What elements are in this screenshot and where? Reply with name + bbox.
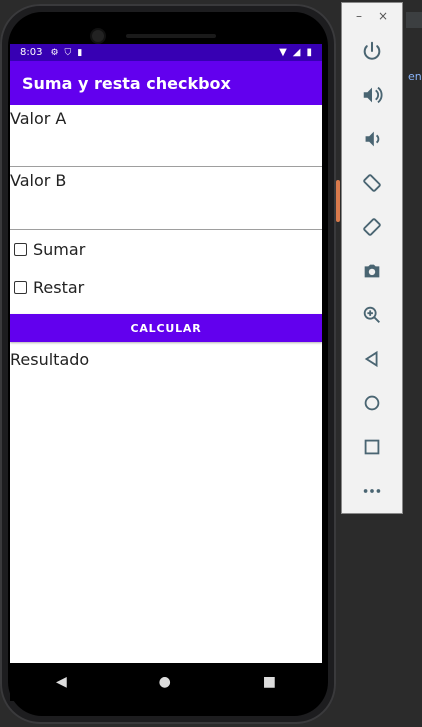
home-icon[interactable] xyxy=(342,381,402,425)
field-valor-a[interactable]: Valor A xyxy=(10,105,322,167)
more-icon[interactable] xyxy=(342,469,402,513)
minimize-button[interactable]: – xyxy=(356,9,362,23)
nav-overview-icon[interactable]: ■ xyxy=(263,674,276,690)
app-screen: 8:03 ⚙ ⛉ ▮ ▼ ◢ ▮ Suma y resta checkbox V… xyxy=(10,44,322,663)
battery-icon: ▮ xyxy=(306,47,312,58)
zoom-icon[interactable] xyxy=(342,293,402,337)
phone-side-button xyxy=(336,180,340,222)
signal-icon: ◢ xyxy=(292,47,301,58)
valor-a-label: Valor A xyxy=(10,109,67,128)
overview-icon[interactable] xyxy=(342,425,402,469)
checkbox-restar[interactable]: Restar xyxy=(10,268,322,306)
sim-card-icon: ▮ xyxy=(77,47,83,58)
valor-b-input[interactable] xyxy=(10,206,322,227)
volume-up-icon[interactable] xyxy=(342,73,402,117)
shield-icon: ⛉ xyxy=(64,47,72,58)
navigation-bar: ◀ ● ■ xyxy=(10,663,322,701)
result-text: Resultado xyxy=(10,350,90,369)
status-bar: 8:03 ⚙ ⛉ ▮ ▼ ◢ ▮ xyxy=(10,44,322,61)
status-time: 8:03 xyxy=(20,47,43,58)
nav-home-icon[interactable]: ● xyxy=(159,674,171,690)
back-icon[interactable] xyxy=(342,337,402,381)
volume-down-icon[interactable] xyxy=(342,117,402,161)
settings-icon: ⚙ xyxy=(50,47,59,58)
earpiece-speaker xyxy=(126,34,216,38)
wifi-icon: ▼ xyxy=(279,47,287,58)
emulator-toolbar: – × xyxy=(341,2,403,514)
checkbox-restar-box[interactable] xyxy=(14,280,27,294)
rotate-left-icon[interactable] xyxy=(342,161,402,205)
ide-background xyxy=(406,12,422,28)
toolbar-window-controls: – × xyxy=(342,3,402,29)
close-button[interactable]: × xyxy=(378,9,388,23)
camera-icon[interactable] xyxy=(342,249,402,293)
app-bar: Suma y resta checkbox xyxy=(10,61,322,105)
nav-back-icon[interactable]: ◀ xyxy=(56,674,67,690)
app-title: Suma y resta checkbox xyxy=(22,73,231,93)
calcular-button[interactable]: CALCULAR xyxy=(10,314,322,342)
rotate-right-icon[interactable] xyxy=(342,205,402,249)
checkbox-sumar-box[interactable] xyxy=(14,242,27,256)
checkbox-sumar[interactable]: Sumar xyxy=(10,230,322,268)
checkbox-sumar-label: Sumar xyxy=(33,239,86,259)
valor-a-input[interactable] xyxy=(10,143,322,164)
ide-partial-text: en xyxy=(408,70,422,83)
valor-b-label: Valor B xyxy=(10,171,67,190)
checkbox-restar-label: Restar xyxy=(33,277,85,297)
front-camera xyxy=(92,30,104,42)
field-valor-b[interactable]: Valor B xyxy=(10,167,322,230)
power-icon[interactable] xyxy=(342,29,402,73)
